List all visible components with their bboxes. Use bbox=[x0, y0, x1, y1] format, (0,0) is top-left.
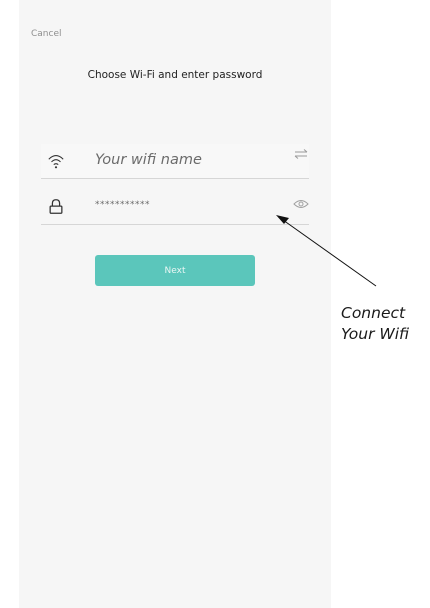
wifi-icon bbox=[48, 155, 64, 169]
page-title: Choose Wi-Fi and enter password bbox=[87, 69, 263, 81]
annotation-line-2: Your Wifi bbox=[341, 325, 410, 343]
app-screen: Cancel Choose Wi-Fi and enter password Y… bbox=[19, 0, 331, 608]
wifi-name-field[interactable]: Your wifi name bbox=[41, 144, 309, 179]
password-value: *********** bbox=[95, 200, 150, 210]
eye-icon[interactable] bbox=[293, 198, 309, 210]
next-button[interactable]: Next bbox=[95, 255, 255, 286]
annotation-line-1: Connect bbox=[341, 304, 406, 322]
annotation-label: Connect Your Wifi bbox=[341, 303, 409, 345]
wifi-name-value: Your wifi name bbox=[95, 152, 202, 168]
password-field[interactable]: *********** bbox=[41, 190, 309, 225]
swap-icon[interactable] bbox=[293, 148, 309, 160]
cancel-button[interactable]: Cancel bbox=[31, 29, 62, 39]
lock-icon bbox=[49, 199, 63, 214]
